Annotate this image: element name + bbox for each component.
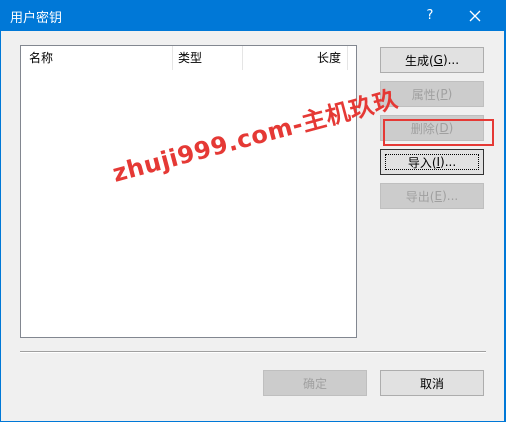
delete-accel: D: [439, 121, 449, 135]
key-list[interactable]: 名称 类型 长度: [20, 45, 357, 338]
properties-button[interactable]: 属性(P): [380, 81, 484, 107]
title-bar[interactable]: 用户密钥 ?: [0, 0, 506, 31]
column-header-type[interactable]: 类型: [173, 46, 243, 70]
properties-tail: ): [447, 87, 453, 101]
dialog-client-area: 名称 类型 长度 生成(G)... 属性(P) 删除(D) 导入(I)... 导…: [1, 31, 504, 421]
cancel-button[interactable]: 取消: [380, 370, 484, 396]
generate-label: 生成(: [404, 53, 434, 68]
properties-label: 属性(: [411, 87, 441, 102]
help-button[interactable]: ?: [410, 0, 450, 31]
delete-tail: ): [448, 121, 454, 135]
export-tail: )...: [442, 189, 459, 203]
import-label: 导入(: [407, 155, 437, 170]
generate-accel: G: [433, 53, 443, 67]
delete-button[interactable]: 删除(D): [380, 115, 484, 141]
user-keys-dialog: 用户密钥 ? 名称 类型 长度 生成(G)... 属性(P) 删除(D) 导入(…: [0, 0, 506, 422]
close-icon: [469, 10, 481, 21]
delete-label: 删除(: [410, 121, 440, 136]
close-button[interactable]: [452, 0, 498, 31]
import-tail: )...: [440, 155, 457, 169]
generate-button[interactable]: 生成(G)...: [380, 47, 484, 73]
export-label: 导出(: [405, 189, 435, 204]
column-header-length[interactable]: 长度: [243, 46, 348, 70]
export-accel: E: [434, 189, 443, 203]
list-header: 名称 类型 长度: [21, 46, 356, 70]
window-title: 用户密钥: [10, 11, 63, 26]
column-header-name[interactable]: 名称: [21, 46, 173, 70]
separator-line: [20, 351, 486, 353]
ok-button[interactable]: 确定: [263, 370, 367, 396]
properties-accel: P: [440, 87, 448, 101]
generate-tail: )...: [442, 53, 460, 67]
import-button[interactable]: 导入(I)...: [380, 149, 484, 175]
export-button[interactable]: 导出(E)...: [380, 183, 484, 209]
